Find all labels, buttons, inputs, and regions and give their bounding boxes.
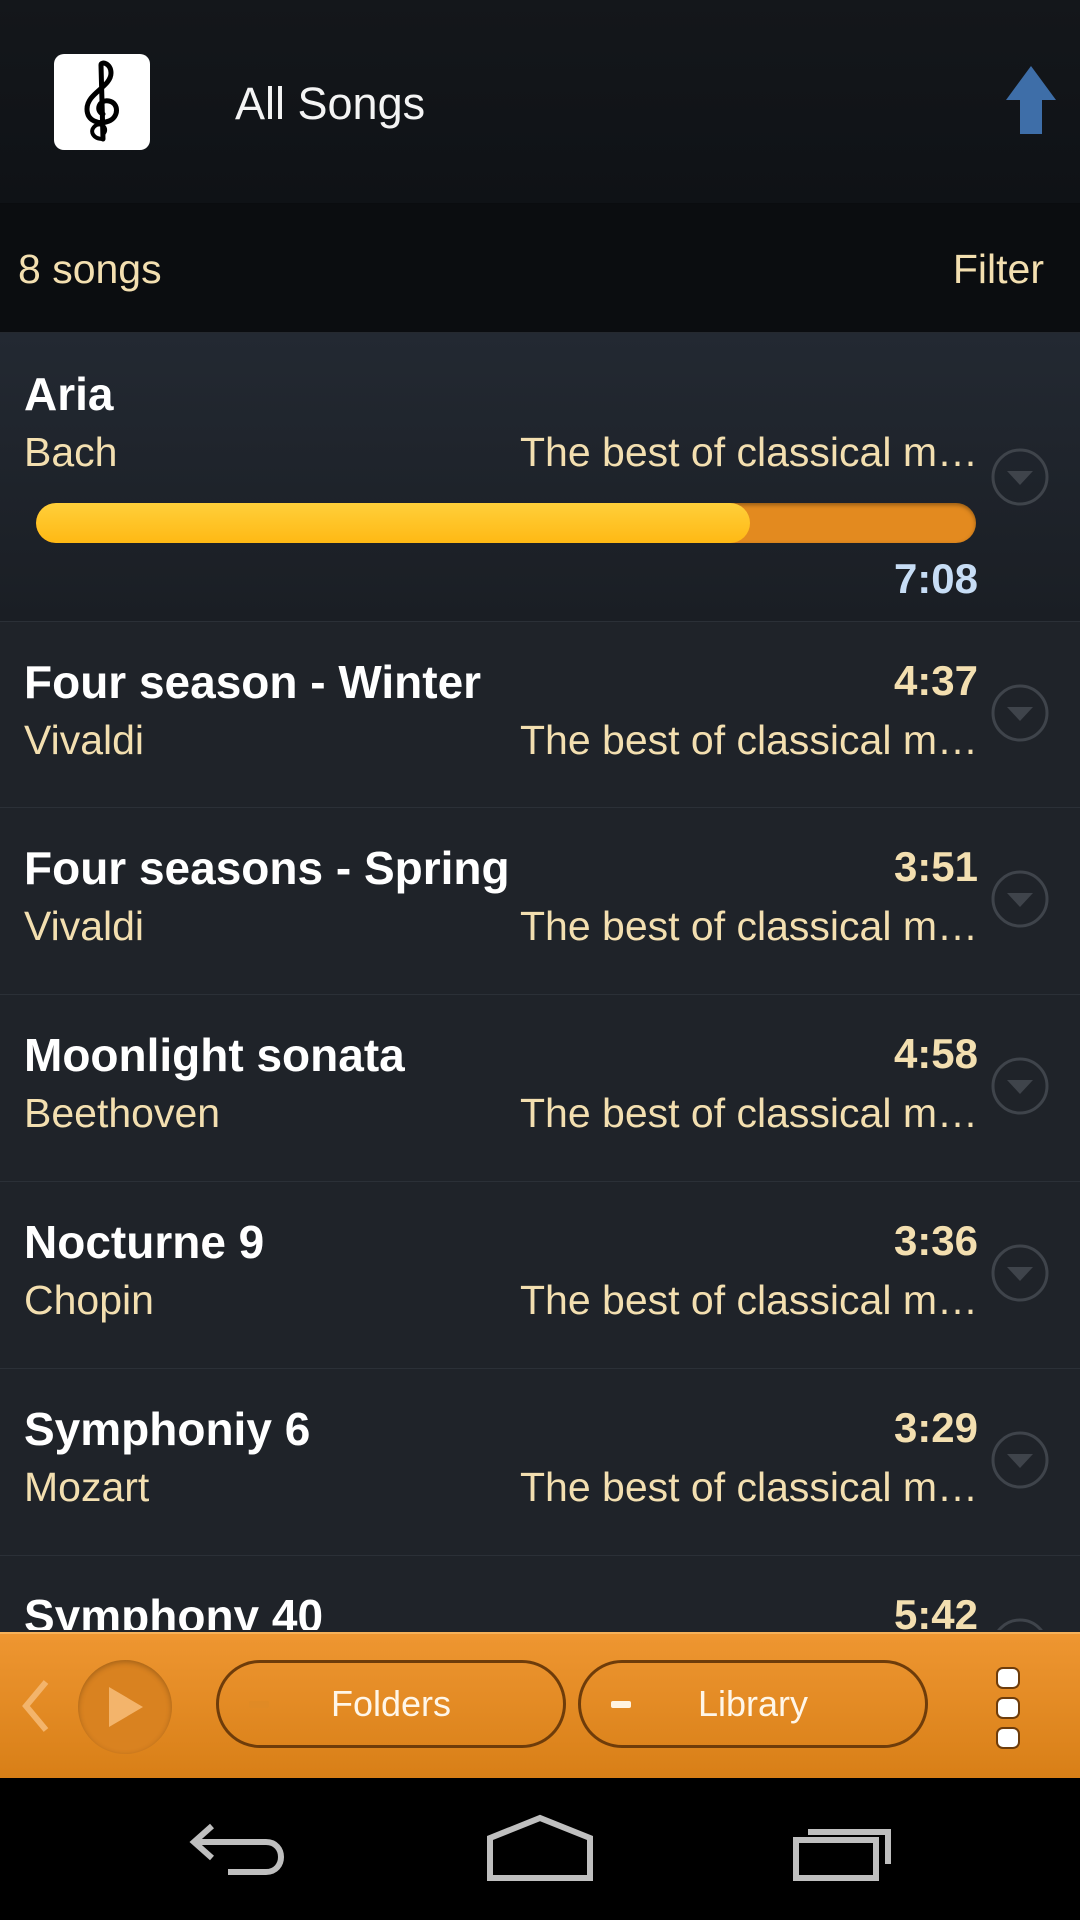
song-album: The best of classical music (520, 1277, 978, 1323)
song-artist: Mozart (24, 1464, 150, 1510)
song-title: Nocturne 9 (24, 1216, 265, 1268)
list-item[interactable]: Four seasons - Spring 3:51 Vivaldi The b… (0, 807, 1080, 995)
list-header: 8 songs Filter (0, 204, 1080, 333)
song-duration: 4:37 (893, 657, 978, 704)
song-title: Symphoniy 6 (24, 1403, 311, 1455)
song-duration: 3:29 (893, 1404, 978, 1451)
list-item[interactable]: Nocturne 9 3:36 Chopin The best of class… (0, 1181, 1080, 1369)
song-album: The best of classical music (520, 429, 978, 475)
folders-indicator-icon (249, 1701, 269, 1708)
play-button[interactable] (78, 1660, 172, 1754)
song-artist: Chopin (24, 1277, 154, 1323)
chevron-down-icon[interactable] (990, 1243, 1050, 1303)
song-album: The best of classical music (520, 1464, 978, 1510)
song-title: Aria (24, 368, 114, 420)
song-album: The best of classical music (520, 1090, 978, 1136)
treble-clef-icon[interactable] (54, 54, 150, 150)
list-item[interactable]: Moonlight sonata 4:58 Beethoven The best… (0, 994, 1080, 1182)
list-item[interactable]: Aria Bach The best of classical music 7:… (0, 333, 1080, 622)
system-nav-bar (0, 1778, 1080, 1920)
page-title: All Songs (235, 78, 426, 129)
song-duration: 4:58 (893, 1030, 978, 1077)
play-icon (109, 1687, 143, 1727)
song-title: Moonlight sonata (24, 1029, 405, 1081)
chevron-down-icon[interactable] (990, 1617, 1050, 1630)
song-count: 8 songs (18, 246, 162, 292)
song-artist: Vivaldi (24, 903, 145, 949)
arrow-up-icon[interactable] (1004, 64, 1058, 136)
song-album: The best of classical music (520, 717, 978, 763)
song-title: Four season - Winter (24, 656, 482, 708)
chevron-down-icon[interactable] (990, 1430, 1050, 1490)
song-album: The best of classical music (520, 903, 978, 949)
list-item[interactable]: Four season - Winter 4:37 Vivaldi The be… (0, 621, 1080, 808)
back-icon[interactable] (188, 1812, 292, 1886)
elapsed-time: 7:08 (893, 555, 978, 602)
home-icon[interactable] (484, 1812, 596, 1886)
progress-fill (36, 503, 751, 543)
song-artist: Vivaldi (24, 717, 145, 763)
song-artist: Beethoven (24, 1090, 221, 1136)
list-item[interactable]: Symphony 40 5:42 (0, 1555, 1080, 1630)
folders-label: Folders (330, 1683, 452, 1724)
song-duration: 3:36 (893, 1217, 978, 1264)
library-button[interactable]: Library (578, 1660, 928, 1748)
chevron-down-icon[interactable] (990, 447, 1050, 507)
playback-progress-bar[interactable] (36, 503, 976, 543)
song-list: Aria Bach The best of classical music 7:… (0, 333, 1080, 1630)
overflow-menu-icon[interactable] (994, 1664, 1022, 1752)
chevron-down-icon[interactable] (990, 869, 1050, 929)
recents-icon[interactable] (790, 1812, 898, 1886)
song-title: Four seasons - Spring (24, 842, 510, 894)
chevron-down-icon[interactable] (990, 683, 1050, 743)
song-duration: 5:42 (893, 1591, 978, 1630)
action-bar: All Songs (0, 0, 1080, 204)
song-duration: 3:51 (893, 843, 978, 890)
list-item[interactable]: Symphoniy 6 3:29 Mozart The best of clas… (0, 1368, 1080, 1556)
library-indicator-icon (611, 1701, 631, 1708)
library-label: Library (697, 1683, 809, 1724)
song-title: Symphony 40 (24, 1590, 324, 1630)
song-artist: Bach (24, 429, 118, 475)
chevron-left-icon[interactable] (18, 1676, 52, 1736)
chevron-down-icon[interactable] (990, 1056, 1050, 1116)
bottom-toolbar: Folders Library (0, 1632, 1080, 1778)
filter-button[interactable]: Filter (953, 246, 1044, 293)
folders-button[interactable]: Folders (216, 1660, 566, 1748)
